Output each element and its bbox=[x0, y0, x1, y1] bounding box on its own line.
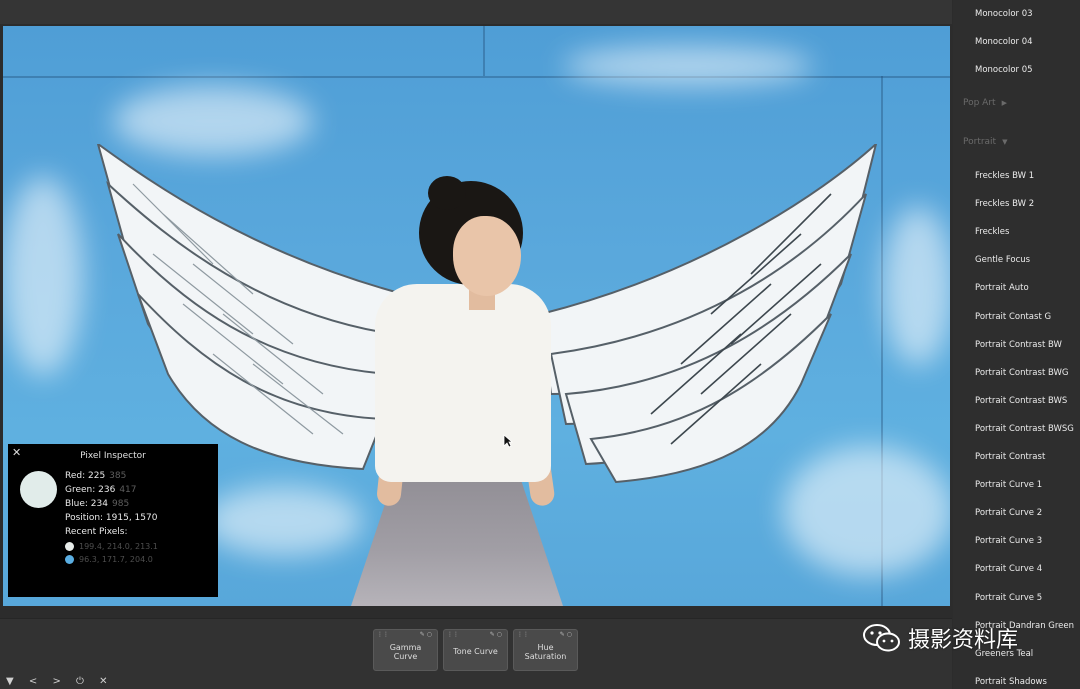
preset-item[interactable]: Monocolor 04 bbox=[975, 37, 1033, 47]
preset-item[interactable]: Portrait Contast G bbox=[975, 312, 1051, 322]
chevron-right-icon: ▶ bbox=[1001, 99, 1007, 107]
preset-item[interactable]: Gentle Focus bbox=[975, 255, 1030, 265]
close-icon[interactable]: ✕ bbox=[99, 676, 107, 687]
preset-item[interactable]: Freckles bbox=[975, 227, 1009, 237]
tool-options-icon[interactable]: ✎○ bbox=[420, 631, 434, 639]
prev-icon[interactable]: < bbox=[29, 676, 37, 687]
preset-sidebar[interactable]: Monocolor 03 Monocolor 04 Monocolor 05 P… bbox=[953, 0, 1080, 689]
right-wing bbox=[539, 144, 878, 484]
category-portrait[interactable]: Portrait ▼ bbox=[963, 137, 1007, 147]
bottom-nav: ▼ < > ⏻ ✕ bbox=[6, 676, 120, 687]
green-value: Green: 236 417 bbox=[65, 485, 137, 495]
recent-pixel-value: 96.3, 171.7, 204.0 bbox=[79, 555, 153, 564]
preset-item[interactable]: Portrait Curve 4 bbox=[975, 564, 1042, 574]
watermark-text: 摄影资料库 bbox=[908, 628, 1019, 653]
green-label: Green: 236 bbox=[65, 485, 116, 495]
bottom-tool-panel: ⋮⋮ ✎○ Gamma Curve ⋮⋮ ✎○ Tone Curve ⋮⋮ ✎○ … bbox=[0, 618, 952, 689]
recent-pixel-swatch bbox=[65, 555, 74, 564]
category-label: Pop Art bbox=[963, 98, 996, 108]
green-extra: 417 bbox=[119, 485, 137, 495]
red-extra: 385 bbox=[109, 471, 127, 481]
tone-curve-button[interactable]: ⋮⋮ ✎○ Tone Curve bbox=[443, 629, 508, 671]
preset-item[interactable]: Monocolor 05 bbox=[975, 65, 1033, 75]
tool-options-icon[interactable]: ✎○ bbox=[490, 631, 504, 639]
recent-pixel-value: 199.4, 214.0, 213.1 bbox=[79, 542, 158, 551]
category-pop-art[interactable]: Pop Art ▶ bbox=[963, 98, 1007, 108]
preset-item[interactable]: Portrait Curve 2 bbox=[975, 508, 1042, 518]
wechat-logo-icon bbox=[863, 624, 900, 652]
recent-pixel-swatch bbox=[65, 542, 74, 551]
preset-item[interactable]: Freckles BW 1 bbox=[975, 171, 1034, 181]
cloud bbox=[203, 486, 363, 556]
preset-item[interactable]: Portrait Curve 5 bbox=[975, 593, 1042, 603]
red-value: Red: 225 385 bbox=[65, 471, 126, 481]
watermark: 摄影资料库 bbox=[862, 622, 1018, 654]
preset-item[interactable]: Portrait Contrast BW bbox=[975, 340, 1062, 350]
preset-item[interactable]: Portrait Contrast BWSG bbox=[975, 424, 1074, 434]
blue-value: Blue: 234 985 bbox=[65, 499, 129, 509]
preset-item[interactable]: Portrait Curve 1 bbox=[975, 480, 1042, 490]
top-toolbar bbox=[0, 0, 952, 24]
preset-item[interactable]: Portrait Auto bbox=[975, 283, 1029, 293]
cloud bbox=[563, 46, 813, 86]
preset-item[interactable]: Portrait Contrast BWG bbox=[975, 368, 1069, 378]
mouse-cursor-icon bbox=[503, 434, 513, 448]
category-label: Portrait bbox=[963, 137, 997, 147]
label-line: Curve bbox=[393, 652, 418, 661]
preset-item[interactable]: Portrait Curve 3 bbox=[975, 536, 1042, 546]
position-value: Position: 1915, 1570 bbox=[65, 513, 158, 523]
power-icon[interactable]: ⏻ bbox=[76, 676, 84, 687]
cloud bbox=[883, 206, 950, 366]
wall-seam bbox=[483, 26, 485, 76]
blue-extra: 985 bbox=[112, 499, 130, 509]
gamma-curve-button[interactable]: ⋮⋮ ✎○ Gamma Curve bbox=[373, 629, 438, 671]
hue-saturation-label: Hue Saturation bbox=[525, 639, 567, 661]
pixel-inspector-title: Pixel Inspector bbox=[80, 451, 146, 461]
tool-options-icon[interactable]: ✎○ bbox=[560, 631, 574, 639]
grip-icon: ⋮⋮ bbox=[447, 631, 459, 638]
left-wing bbox=[96, 144, 405, 471]
girl-face bbox=[453, 216, 521, 296]
label-line: Saturation bbox=[524, 652, 567, 661]
cloud bbox=[3, 176, 83, 376]
red-label: Red: 225 bbox=[65, 471, 106, 481]
blue-label: Blue: 234 bbox=[65, 499, 108, 509]
girl-hair-bun bbox=[428, 176, 466, 210]
girl-shirt bbox=[375, 284, 551, 482]
pixel-inspector-panel: ✕ Pixel Inspector Red: 225 385 Green: 236… bbox=[8, 444, 218, 597]
tone-curve-label: Tone Curve bbox=[453, 647, 498, 657]
grip-icon: ⋮⋮ bbox=[377, 631, 389, 638]
preset-item[interactable]: Portrait Shadows bbox=[975, 677, 1047, 687]
preset-item[interactable]: Portrait Contrast BWS bbox=[975, 396, 1067, 406]
label-line: Gamma bbox=[389, 642, 422, 652]
next-icon[interactable]: > bbox=[52, 676, 60, 687]
label-line: Hue bbox=[537, 642, 554, 652]
preset-item[interactable]: Portrait Contrast bbox=[975, 452, 1045, 462]
chevron-down-icon: ▼ bbox=[1002, 138, 1008, 146]
recent-pixels-label: Recent Pixels: bbox=[65, 527, 128, 537]
color-swatch bbox=[20, 471, 57, 508]
grip-icon: ⋮⋮ bbox=[517, 631, 529, 638]
photo-editor-window: ✕ Pixel Inspector Red: 225 385 Green: 236… bbox=[0, 0, 1080, 689]
wall-seam bbox=[3, 76, 950, 78]
menu-down-icon[interactable]: ▼ bbox=[6, 676, 14, 687]
hue-saturation-button[interactable]: ⋮⋮ ✎○ Hue Saturation bbox=[513, 629, 578, 671]
preset-item[interactable]: Monocolor 03 bbox=[975, 9, 1033, 19]
preset-item[interactable]: Freckles BW 2 bbox=[975, 199, 1034, 209]
gamma-curve-label: Gamma Curve bbox=[390, 639, 422, 661]
